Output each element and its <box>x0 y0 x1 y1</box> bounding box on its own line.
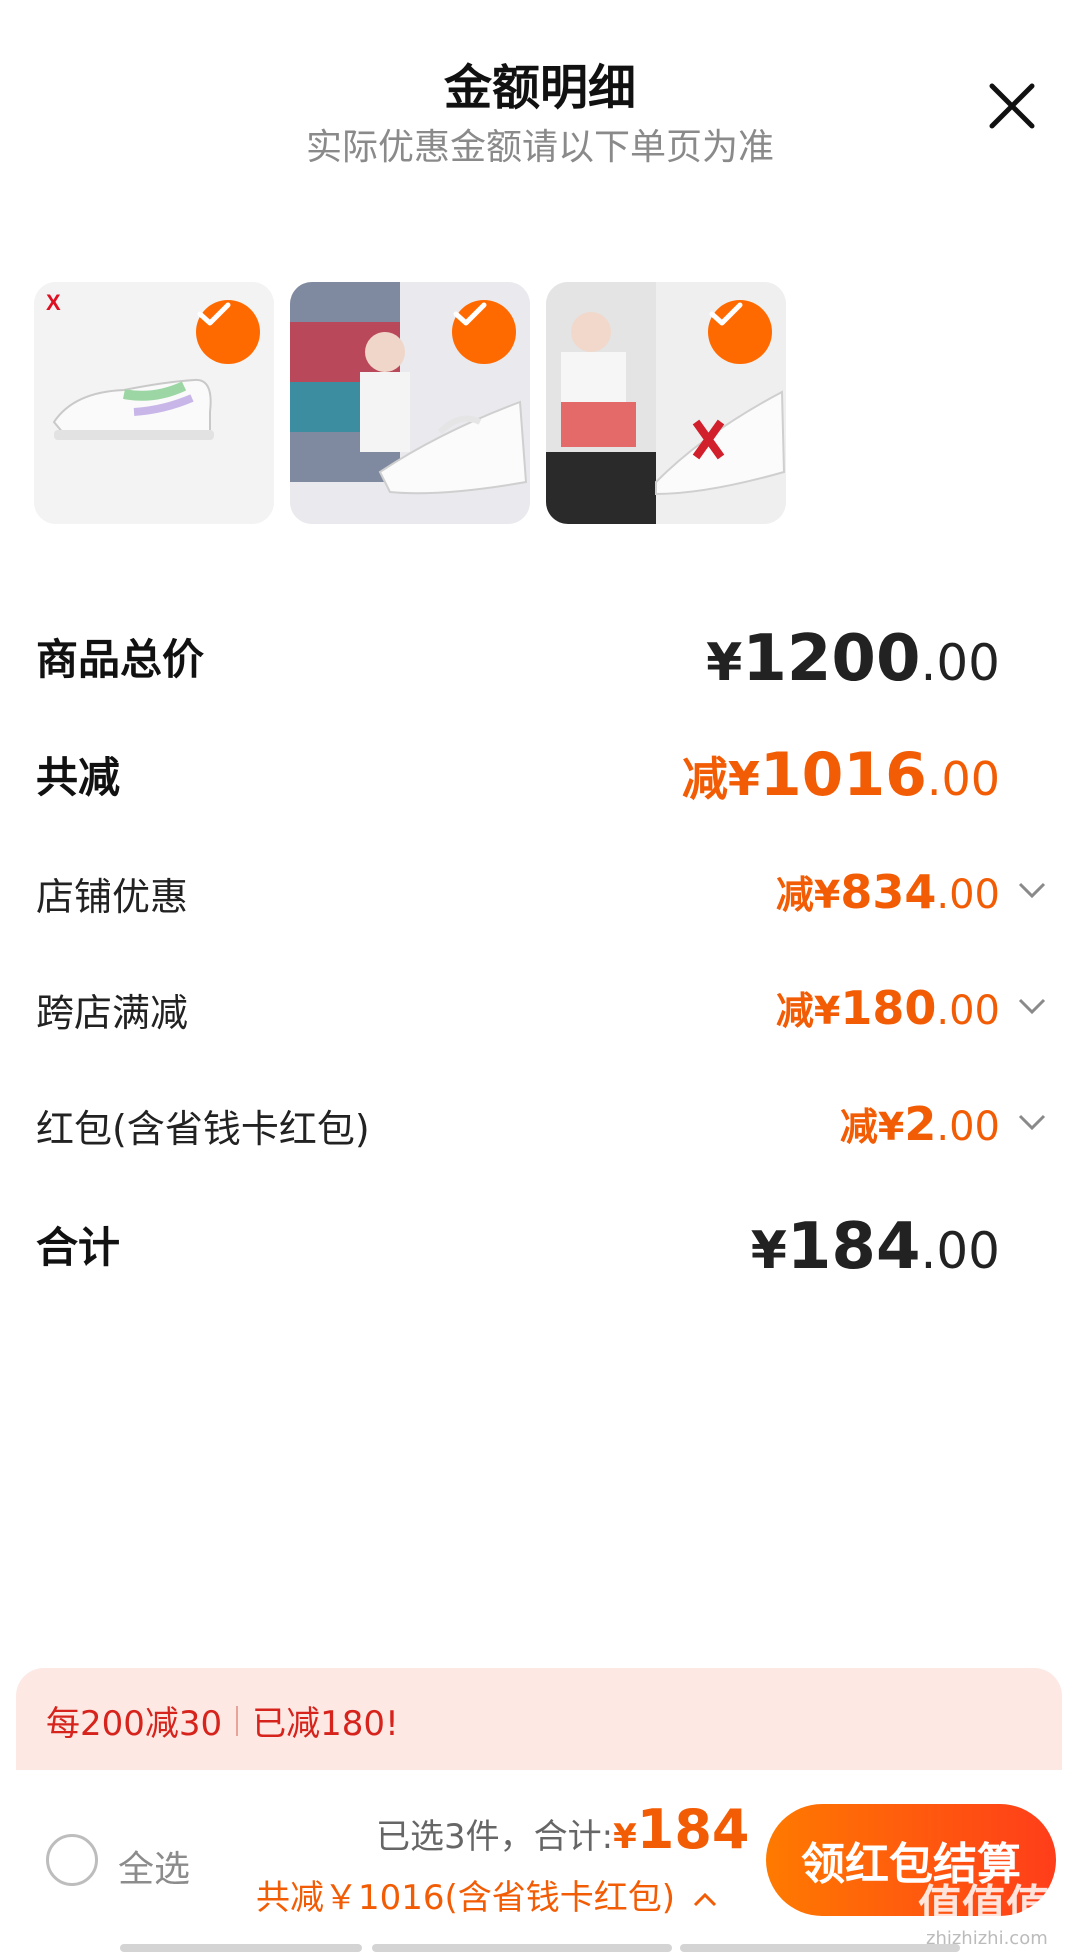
selected-summary: 已选3件，合计:¥184 <box>376 1798 750 1861</box>
promo-status: 已减180! <box>252 1704 399 1744</box>
chevron-down-icon[interactable] <box>1016 1110 1048 1134</box>
checked-icon <box>196 300 260 364</box>
select-all-radio[interactable] <box>46 1834 98 1886</box>
total-price-value: ¥1200.00 <box>706 622 1000 696</box>
close-icon <box>989 83 1035 129</box>
total-discount-value: 减¥1016.00 <box>681 740 1000 810</box>
header: 金额明细 实际优惠金额请以下单页为准 <box>0 0 1080 200</box>
product-thumbnail-2[interactable] <box>290 282 530 524</box>
svg-text:X: X <box>46 290 61 315</box>
promo-rule: 每200减30 <box>46 1704 223 1744</box>
product-thumbnails: X <box>34 282 834 524</box>
checked-icon <box>452 300 516 364</box>
home-indicator-segment <box>372 1944 672 1952</box>
total-price-label: 商品总价 <box>36 635 205 684</box>
red-packet-value: 减¥2.00 <box>839 1097 1000 1151</box>
shop-discount-label: 店铺优惠 <box>36 875 189 919</box>
home-indicator-segment <box>120 1944 362 1952</box>
grand-total-label: 合计 <box>36 1223 121 1272</box>
product-thumbnail-1[interactable]: X <box>34 282 274 524</box>
promo-bar: 每200减30 已减180! <box>16 1668 1062 1770</box>
chevron-up-icon <box>693 1892 716 1906</box>
footer-total-value: 184 <box>636 1798 750 1861</box>
chevron-down-icon[interactable] <box>1016 878 1048 902</box>
total-currency: ¥ <box>613 1817 637 1857</box>
cross-store-discount-value: 减¥180.00 <box>775 981 1000 1035</box>
select-all-label[interactable]: 全选 <box>118 1840 190 1892</box>
total-discount-label: 共减 <box>36 753 121 802</box>
page-subtitle: 实际优惠金额请以下单页为准 <box>305 127 774 168</box>
cross-store-discount-label: 跨店满减 <box>36 991 189 1035</box>
red-packet-label: 红包(含省钱卡红包) <box>36 1107 370 1151</box>
product-thumbnail-3[interactable] <box>546 282 786 524</box>
checked-icon <box>708 300 772 364</box>
page-title: 金额明细 <box>443 60 636 116</box>
watermark: 值值值 <box>918 1881 1050 1932</box>
home-indicator-segment <box>680 1944 960 1952</box>
chevron-down-icon[interactable] <box>1016 994 1048 1018</box>
grand-total-value: ¥184.00 <box>750 1210 1000 1284</box>
close-button[interactable] <box>984 78 1040 134</box>
selected-count: 已选3件，合计: <box>376 1817 614 1857</box>
discount-note[interactable]: 共减￥1016(含省钱卡红包) <box>256 1870 718 1919</box>
shop-discount-value: 减¥834.00 <box>775 865 1000 919</box>
promo-divider <box>236 1705 239 1736</box>
